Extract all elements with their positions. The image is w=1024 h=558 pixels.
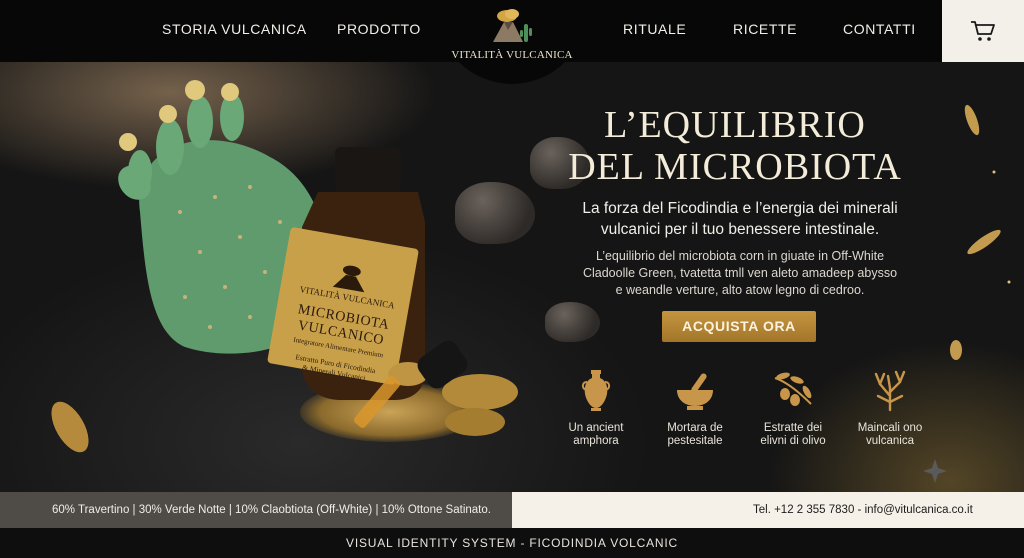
feature-mortar: Mortara de pestesitale	[649, 368, 741, 448]
contact-bar: Tel. +12 2 355 7830 - info@vitulcanica.c…	[512, 492, 1024, 528]
subheadline-line1: La forza del Ficodindia e l’energia dei …	[582, 200, 898, 217]
volcanic-rock	[545, 302, 600, 342]
subheadline-line2: vulcanici per il tuo benessere intestina…	[600, 221, 880, 238]
nav-link-ricette[interactable]: RICETTE	[733, 21, 797, 37]
bottle-label: VITALITÀ VULCANICA MICROBIOTA VULCANICO …	[271, 254, 415, 388]
footer-title: VISUAL IDENTITY SYSTEM - FICODINDIA VOLC…	[0, 528, 1024, 558]
cart-button[interactable]	[942, 0, 1024, 62]
hero-headline: L’EQUILIBRIO DEL MICROBIOTA	[530, 104, 940, 188]
headline-line1: L’EQUILIBRIO	[604, 104, 866, 146]
feature-amphora-line2: amphora	[573, 435, 619, 447]
feature-olive-line2: elivni di olivo	[760, 435, 826, 447]
olive-branch-icon	[774, 372, 812, 406]
amphora-icon	[581, 370, 611, 411]
feature-volcanic-line1: Maincali ono	[857, 422, 923, 434]
feature-mortar-line2: pestesitale	[667, 435, 723, 447]
nav-link-prodotto[interactable]: PRODOTTO	[337, 21, 421, 37]
cart-icon	[971, 21, 995, 41]
feature-mortar-line1: Mortara de	[667, 422, 723, 434]
gold-leaves-decoration	[950, 104, 1011, 360]
nav-link-rituale[interactable]: RITUALE	[623, 21, 686, 37]
feature-volcanic: Maincali ono vulcanica	[844, 368, 936, 448]
volcano-cactus-logo-icon	[493, 9, 532, 42]
feature-olive: Estratte dei elivni di olivo	[747, 368, 839, 448]
volcano-icon	[332, 265, 365, 293]
hero-section: VITALITÀ VULCANICA MICROBIOTA VULCANICO …	[0, 62, 1024, 492]
volcanic-coral-icon	[874, 370, 906, 412]
nav-link-storia-vulcanica[interactable]: STORIA VULCANICA	[162, 21, 307, 37]
mortar-pestle-icon	[677, 373, 713, 410]
headline-line2: DEL MICROBIOTA	[568, 146, 902, 188]
nav-link-contatti[interactable]: CONTATTI	[843, 21, 916, 37]
body-line1: L’equilibrio del microbiota corn in giua…	[595, 249, 885, 263]
feature-olive-line1: Estratte dei	[763, 422, 823, 434]
feature-amphora: Un ancient amphora	[550, 368, 642, 448]
hero-subheadline: La forza del Ficodindia e l’energia dei …	[545, 198, 935, 240]
sparkle-icon	[923, 459, 947, 483]
body-line2: Cladoolle Green, tvatetta tmll ven aleto…	[582, 266, 898, 280]
body-line3: e weandle verture, alto atow legno di ce…	[615, 283, 865, 297]
acquista-ora-button[interactable]: ACQUISTA ORA	[662, 311, 816, 342]
logo-text: VITALITÀ VULCANICA	[451, 49, 573, 61]
color-palette-bar: 60% Travertino | 30% Verde Notte | 10% C…	[0, 492, 512, 528]
feature-volcanic-line2: vulcanica	[866, 435, 914, 447]
feature-amphora-line1: Un ancient	[568, 422, 624, 434]
product-illustration	[51, 80, 518, 453]
hero-body-copy: L’equilibrio del microbiota corn in giua…	[560, 248, 920, 299]
